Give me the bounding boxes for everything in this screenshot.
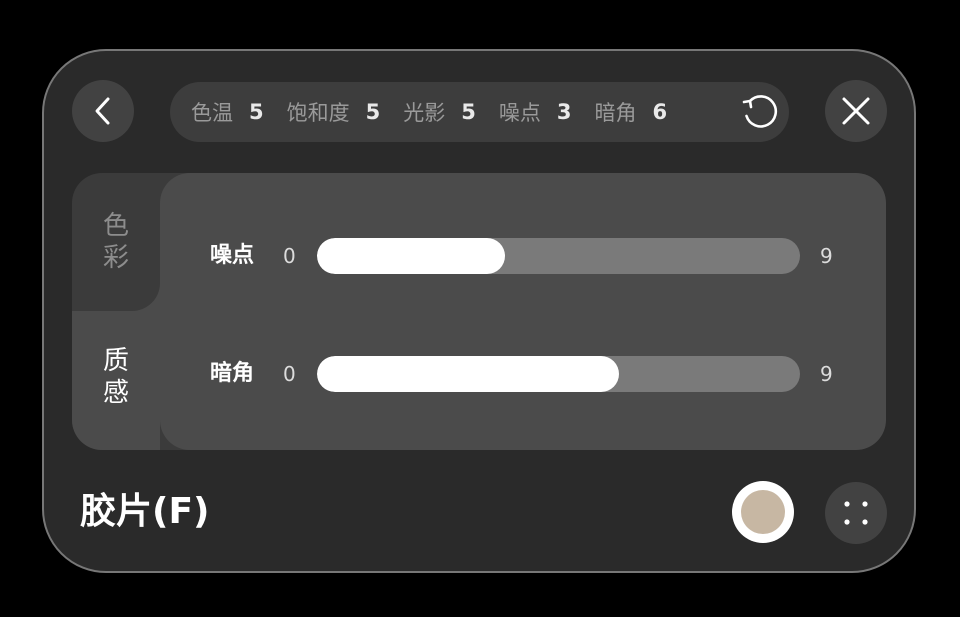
- slider-max: 9: [820, 362, 833, 386]
- chevron-left-icon: [95, 97, 110, 125]
- summary-value: 6: [652, 100, 668, 124]
- summary-item: 色温 5: [191, 97, 264, 127]
- slider-min: 0: [283, 244, 296, 268]
- slider-label: 噪点: [210, 243, 255, 268]
- color-swatch: [741, 490, 785, 534]
- slider-max: 9: [820, 244, 833, 268]
- close-icon: [842, 97, 870, 125]
- slider-fill[interactable]: [317, 238, 506, 274]
- back-button[interactable]: [72, 80, 134, 142]
- settings-summary: 色温 5 饱和度 5 光影 5 噪点 3 暗角 6: [170, 82, 789, 142]
- slider-noise: 噪点 0 9: [72, 238, 886, 274]
- close-button[interactable]: [825, 80, 887, 142]
- summary-value: 3: [556, 100, 572, 124]
- slider-track[interactable]: [317, 356, 800, 392]
- slider-fill[interactable]: [317, 356, 619, 392]
- tab-corner: [132, 283, 160, 311]
- summary-value: 5: [365, 100, 381, 124]
- slider-label: 暗角: [210, 361, 255, 386]
- summary-label: 噪点: [498, 101, 541, 125]
- slider-min: 0: [283, 362, 296, 386]
- summary-label: 暗角: [594, 101, 637, 125]
- summary-label: 光影: [403, 101, 446, 125]
- summary-item: 噪点 3: [499, 97, 572, 127]
- grid-icon: [844, 501, 868, 525]
- summary-item: 光影 5: [403, 97, 476, 127]
- slider-panel: [160, 173, 886, 450]
- adjustment-area: 色彩 质感 噪点 0 9 暗角 0 9: [72, 173, 886, 450]
- summary-value: 5: [249, 100, 264, 124]
- reset-icon: [742, 95, 778, 128]
- filter-title: 胶片(F): [80, 491, 210, 532]
- slider-vignette: 暗角 0 9: [72, 356, 886, 392]
- slider-track[interactable]: [317, 238, 800, 274]
- color-swatch-button[interactable]: [732, 481, 794, 543]
- summary-item: 暗角 6: [595, 97, 668, 127]
- summary-label: 色温: [191, 101, 233, 125]
- summary-label: 饱和度: [286, 101, 350, 125]
- summary-item: 饱和度 5: [287, 97, 381, 127]
- grid-button[interactable]: [825, 482, 887, 544]
- reset-button[interactable]: [735, 87, 785, 137]
- summary-value: 5: [461, 100, 476, 124]
